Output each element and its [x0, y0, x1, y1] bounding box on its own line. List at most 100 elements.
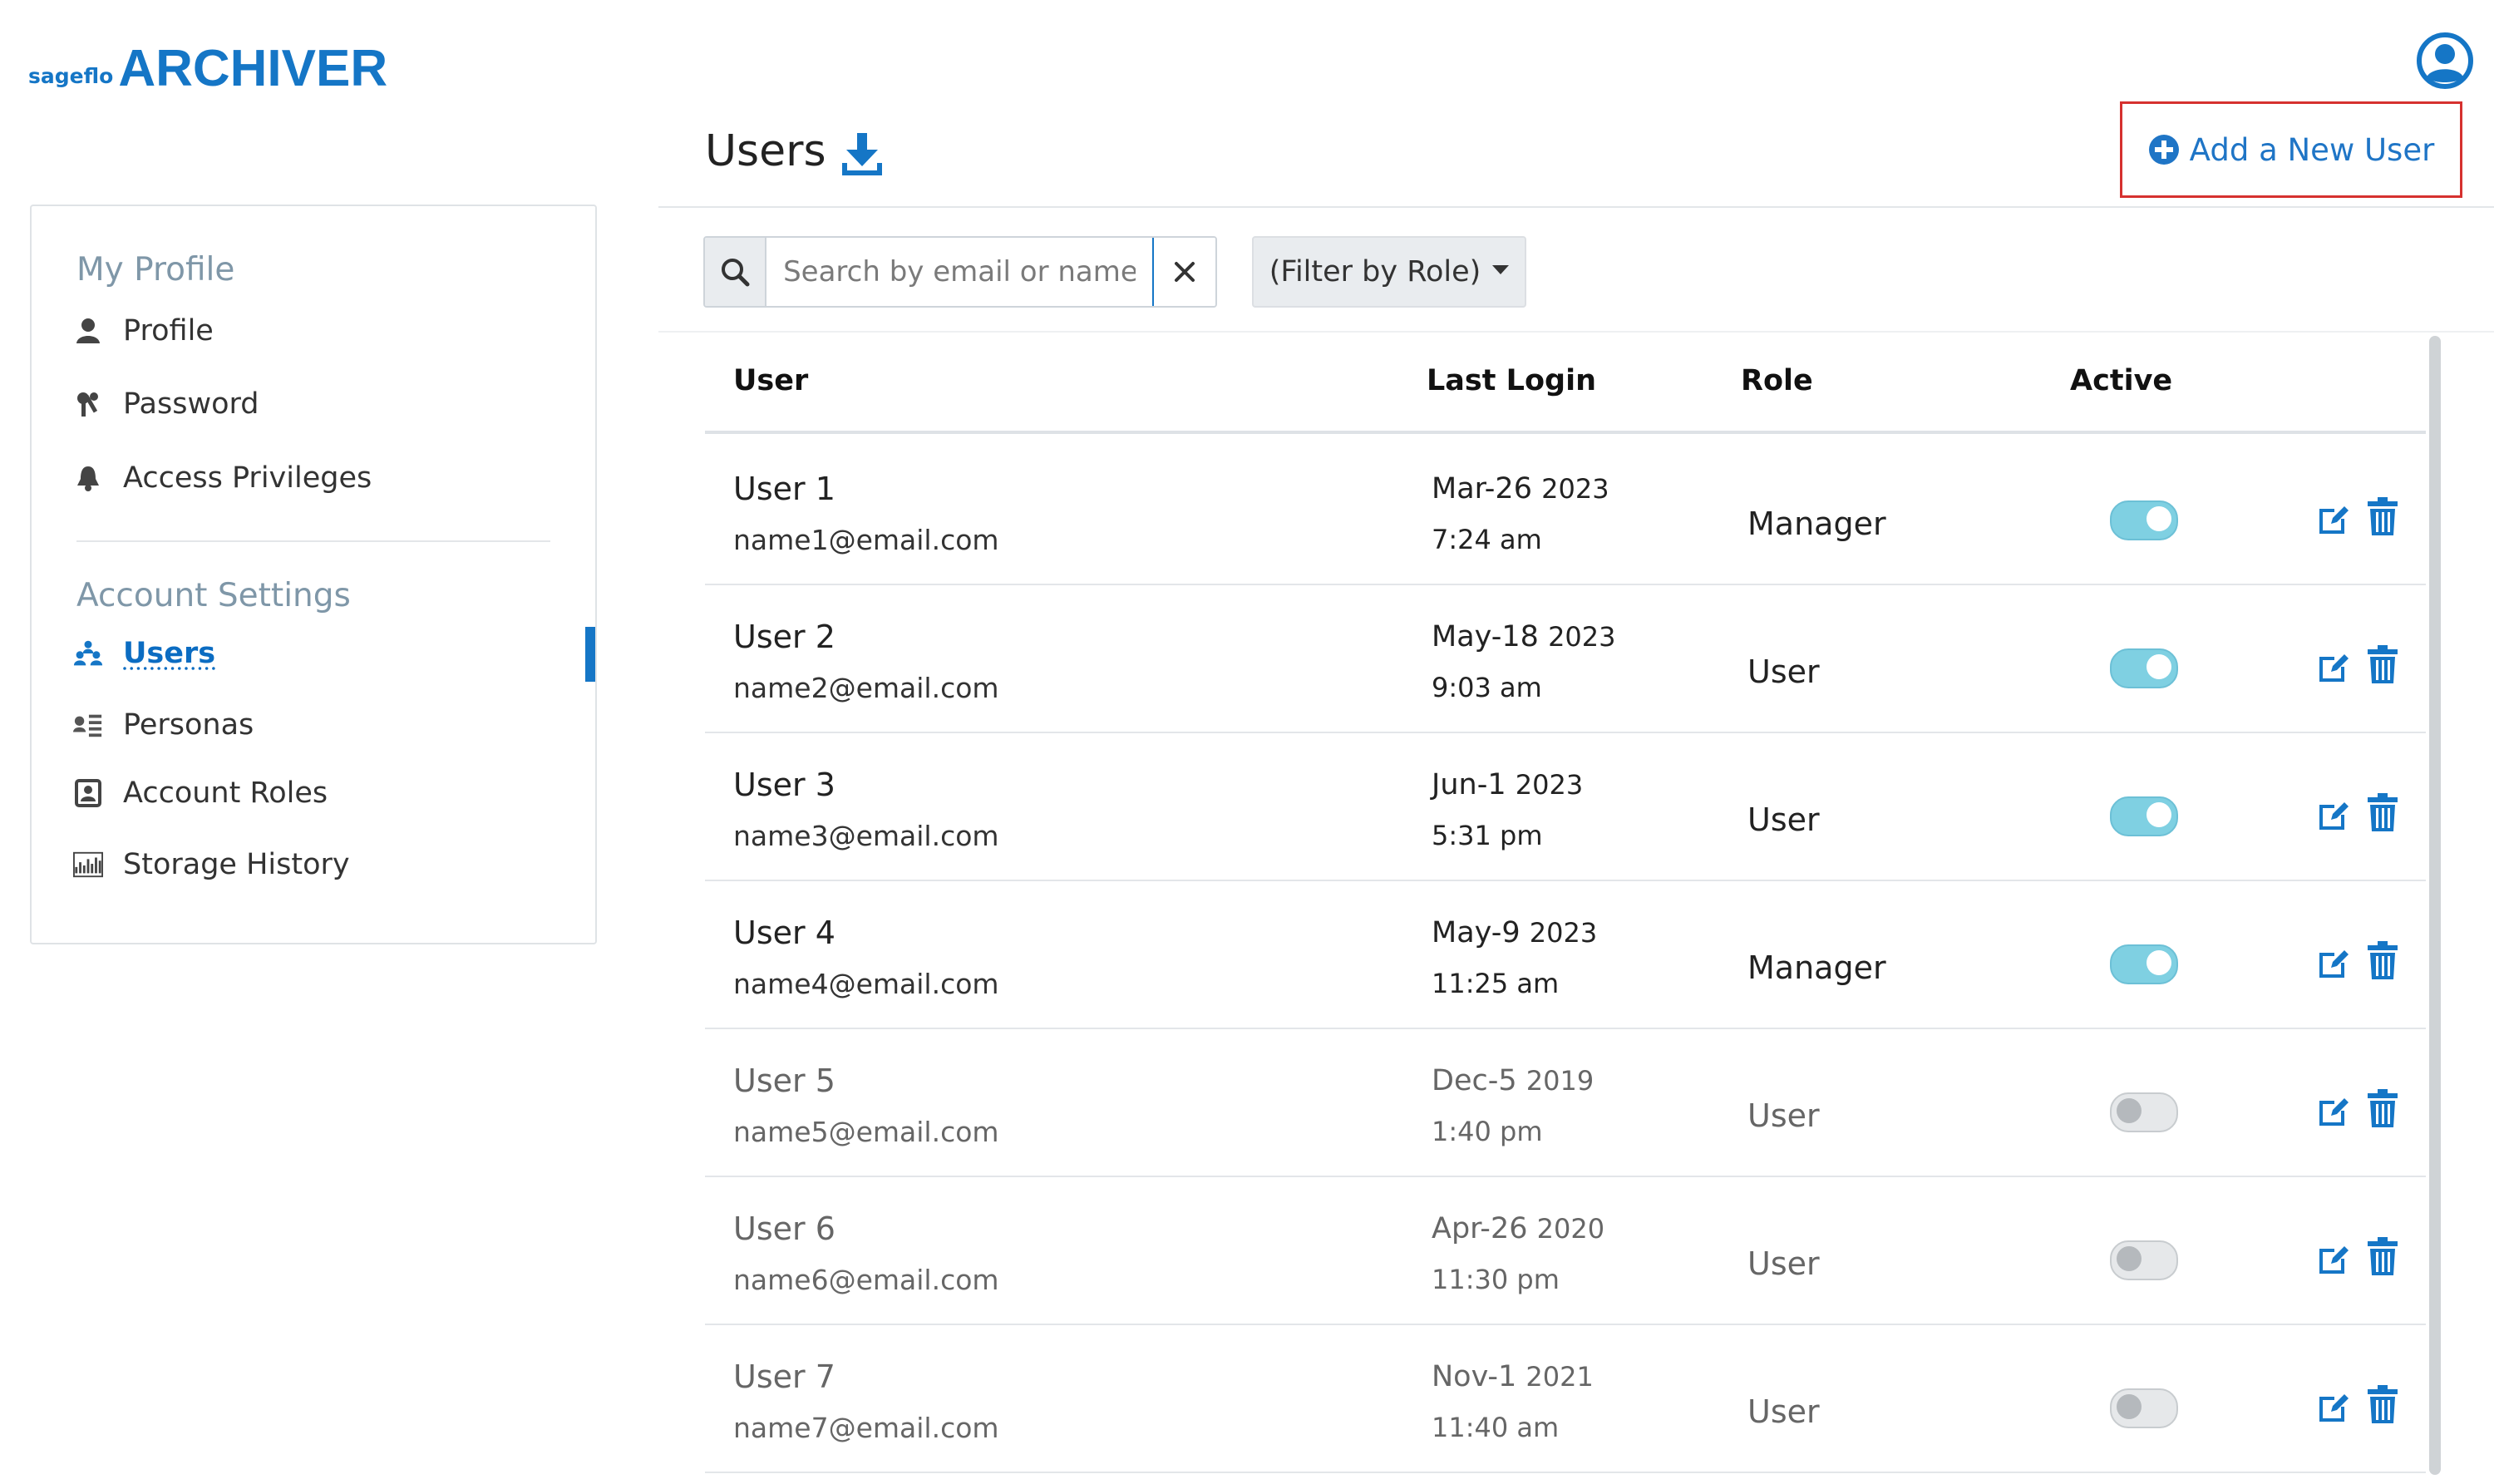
table-row: User 1 name1@email.com Mar-26 2023 7:24 … [705, 436, 2426, 585]
table-row: User 6 name6@email.com Apr-26 2020 11:30… [705, 1176, 2426, 1325]
sidebar-item-storage-history[interactable]: Storage History [73, 843, 350, 886]
user-role: User [1747, 1097, 1820, 1134]
edit-icon[interactable] [2318, 1096, 2351, 1129]
edit-icon[interactable] [2318, 800, 2351, 833]
active-toggle[interactable] [2110, 1092, 2178, 1132]
last-login-time: 7:24 am [1432, 524, 1542, 555]
add-user-label: Add a New User [2189, 131, 2435, 168]
download-icon[interactable] [841, 131, 883, 176]
user-email: name4@email.com [733, 968, 999, 1000]
active-toggle[interactable] [2110, 796, 2178, 836]
last-login-date: Mar-26 2023 [1432, 472, 1609, 505]
sidebar-item-users[interactable]: Users [73, 632, 215, 675]
last-login-date: Jun-1 2023 [1432, 768, 1583, 801]
user-name: User 6 [733, 1210, 835, 1247]
active-toggle[interactable] [2110, 944, 2178, 984]
trash-icon[interactable] [2368, 1089, 2398, 1127]
sidebar-item-label: Users [123, 637, 216, 670]
last-login-date: Dec-5 2019 [1432, 1064, 1594, 1097]
user-name: User 3 [733, 767, 835, 803]
column-header-role[interactable]: Role [1741, 364, 1813, 397]
edit-icon[interactable] [2318, 1392, 2351, 1425]
toolbar-divider [658, 331, 2494, 333]
search-group [703, 236, 1217, 308]
close-icon [1175, 262, 1195, 282]
year-part: 2021 [1525, 1361, 1594, 1393]
header-divider [658, 206, 2494, 208]
search-input[interactable] [766, 238, 1153, 306]
year-part: 2020 [1536, 1213, 1605, 1245]
date-part: Jun-1 [1432, 768, 1506, 801]
last-login-time: 9:03 am [1432, 672, 1542, 703]
user-email: name7@email.com [733, 1412, 999, 1444]
chart-icon [73, 850, 103, 880]
app-logo[interactable]: sageflo ARCHIVER [28, 37, 387, 95]
column-header-active[interactable]: Active [2070, 364, 2172, 397]
active-toggle[interactable] [2110, 1240, 2178, 1280]
table-row: User 2 name2@email.com May-18 2023 9:03 … [705, 584, 2426, 733]
plus-circle-icon [2148, 134, 2180, 165]
active-indicator [585, 627, 595, 682]
sidebar-item-label: Access Privileges [123, 461, 372, 495]
trash-icon[interactable] [2368, 793, 2398, 831]
active-toggle[interactable] [2110, 1388, 2178, 1428]
active-toggle[interactable] [2110, 500, 2178, 540]
sidebar-item-label: Personas [123, 708, 254, 742]
user-role: User [1747, 653, 1820, 690]
sidebar-item-personas[interactable]: Personas [73, 703, 254, 747]
sidebar-item-access-privileges[interactable]: Access Privileges [73, 456, 372, 500]
add-user-button[interactable]: Add a New User [2120, 101, 2462, 198]
personas-icon [73, 710, 103, 740]
user-role: User [1747, 1245, 1820, 1282]
section-title-my-profile: My Profile [76, 251, 235, 288]
trash-icon[interactable] [2368, 1385, 2398, 1423]
trash-icon[interactable] [2368, 497, 2398, 535]
column-header-user[interactable]: User [733, 364, 808, 397]
table-scrollbar[interactable] [2429, 336, 2441, 1475]
user-role: Manager [1747, 949, 1886, 986]
user-name: User 7 [733, 1358, 835, 1395]
date-part: Dec-5 [1432, 1064, 1517, 1097]
user-name: User 1 [733, 471, 835, 507]
user-name: User 4 [733, 915, 835, 951]
edit-icon[interactable] [2318, 652, 2351, 685]
sidebar-item-password[interactable]: Password [73, 382, 259, 426]
trash-icon[interactable] [2368, 645, 2398, 683]
logo-big-text: ARCHIVER [118, 40, 388, 97]
last-login-date: May-9 2023 [1432, 916, 1597, 949]
edit-icon[interactable] [2318, 504, 2351, 537]
sidebar-item-label: Password [123, 387, 259, 421]
sidebar-divider [76, 540, 550, 542]
column-header-last-login[interactable]: Last Login [1427, 364, 1596, 397]
last-login-date: Nov-1 2021 [1432, 1360, 1594, 1393]
year-part: 2023 [1548, 621, 1616, 653]
last-login-time: 11:25 am [1432, 968, 1560, 999]
last-login-time: 11:30 pm [1432, 1264, 1560, 1295]
last-login-date: May-18 2023 [1432, 620, 1616, 653]
user-circle-icon[interactable] [2416, 32, 2474, 90]
role-filter-dropdown[interactable]: (Filter by Role) [1252, 236, 1526, 308]
last-login-date: Apr-26 2020 [1432, 1212, 1604, 1245]
last-login-time: 1:40 pm [1432, 1116, 1543, 1147]
clear-search-button[interactable] [1152, 238, 1215, 306]
toggle-knob [2117, 1246, 2142, 1271]
toggle-knob [2147, 950, 2171, 975]
date-part: May-9 [1432, 916, 1521, 949]
user-email: name6@email.com [733, 1264, 999, 1296]
sidebar-item-account-roles[interactable]: Account Roles [73, 772, 328, 815]
table-row: User 7 name7@email.com Nov-1 2021 11:40 … [705, 1324, 2426, 1473]
sidebar-item-label: Storage History [123, 848, 350, 881]
sidebar-item-profile[interactable]: Profile [73, 309, 214, 353]
date-part: May-18 [1432, 620, 1539, 653]
active-toggle[interactable] [2110, 648, 2178, 688]
toggle-knob [2117, 1098, 2142, 1123]
roles-icon [73, 778, 103, 808]
trash-icon[interactable] [2368, 1237, 2398, 1275]
date-part: Mar-26 [1432, 472, 1532, 505]
edit-icon[interactable] [2318, 948, 2351, 981]
trash-icon[interactable] [2368, 941, 2398, 979]
sidebar-item-label: Account Roles [123, 777, 328, 810]
edit-icon[interactable] [2318, 1244, 2351, 1277]
year-part: 2019 [1525, 1065, 1594, 1097]
table-row: User 4 name4@email.com May-9 2023 11:25 … [705, 880, 2426, 1029]
